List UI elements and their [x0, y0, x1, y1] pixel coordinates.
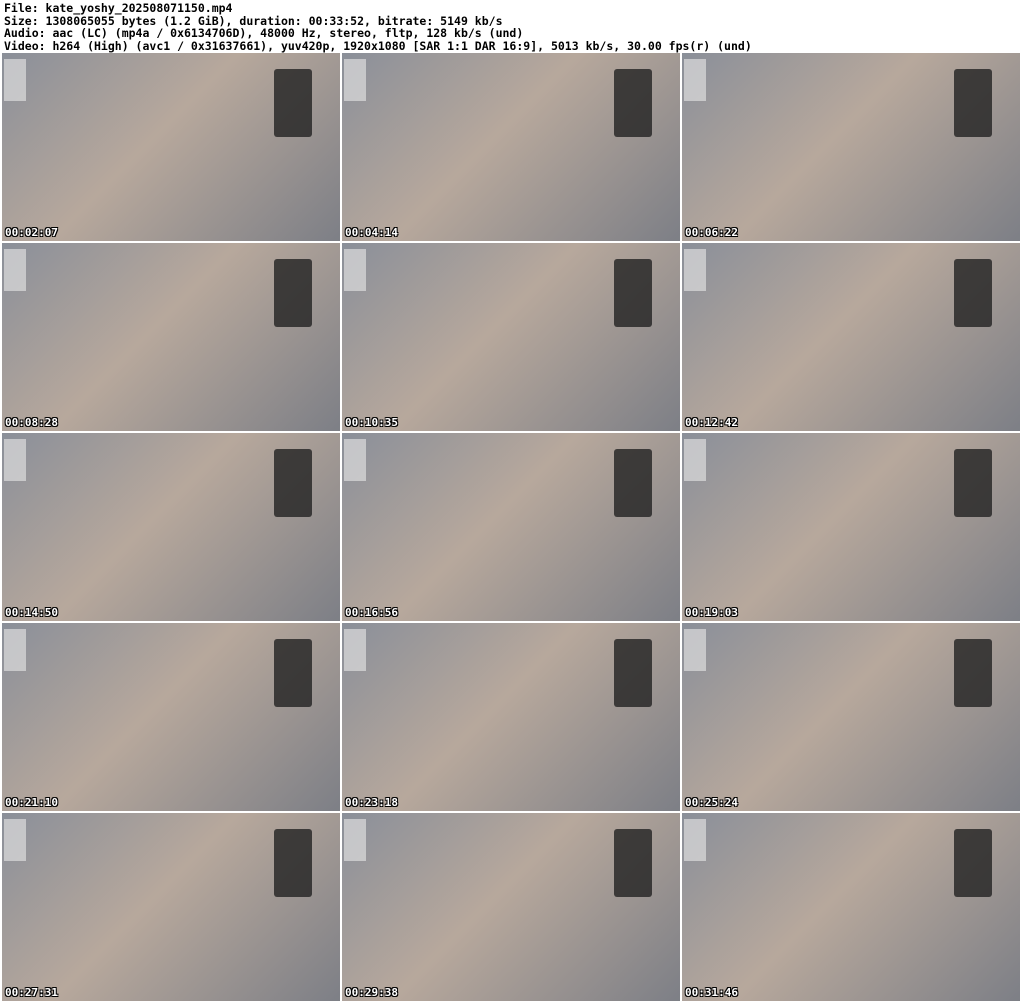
- video-frame-thumbnail: 00:14:50: [2, 433, 340, 621]
- frame-placeholder: [4, 439, 26, 481]
- timestamp: 00:19:03: [685, 606, 738, 619]
- video-frame-thumbnail: 00:12:42: [682, 243, 1020, 431]
- video-frame-thumbnail: 00:04:14: [342, 53, 680, 241]
- file-info-header: File: kate_yoshy_202508071150.mp4 Size: 1…: [4, 2, 752, 52]
- frame-placeholder: [954, 639, 992, 707]
- video-frame-thumbnail: 00:27:31: [2, 813, 340, 1001]
- frame-placeholder: [614, 449, 652, 517]
- timestamp: 00:23:18: [345, 796, 398, 809]
- frame-placeholder: [344, 249, 366, 291]
- frame-placeholder: [4, 819, 26, 861]
- frame-placeholder: [954, 829, 992, 897]
- frame-placeholder: [344, 439, 366, 481]
- frame-placeholder: [684, 439, 706, 481]
- timestamp: 00:12:42: [685, 416, 738, 429]
- frame-placeholder: [684, 819, 706, 861]
- timestamp: 00:29:38: [345, 986, 398, 999]
- frame-placeholder: [274, 259, 312, 327]
- frame-placeholder: [344, 629, 366, 671]
- timestamp: 00:04:14: [345, 226, 398, 239]
- frame-placeholder: [614, 69, 652, 137]
- video-frame-thumbnail: 00:29:38: [342, 813, 680, 1001]
- frame-placeholder: [274, 639, 312, 707]
- frame-placeholder: [4, 59, 26, 101]
- thumbnail-grid: 00:02:07 00:04:14 00:06:22 00:08:28 00:10:35…: [2, 53, 1020, 1001]
- frame-placeholder: [684, 629, 706, 671]
- video-info: Video: h264 (High) (avc1 / 0x31637661), …: [4, 38, 752, 53]
- timestamp: 00:14:50: [5, 606, 58, 619]
- frame-placeholder: [684, 59, 706, 101]
- frame-placeholder: [274, 449, 312, 517]
- video-frame-thumbnail: 00:08:28: [2, 243, 340, 431]
- frame-placeholder: [344, 819, 366, 861]
- frame-placeholder: [954, 259, 992, 327]
- frame-placeholder: [614, 829, 652, 897]
- timestamp: 00:06:22: [685, 226, 738, 239]
- video-frame-thumbnail: 00:16:56: [342, 433, 680, 621]
- frame-placeholder: [344, 59, 366, 101]
- frame-placeholder: [614, 259, 652, 327]
- frame-placeholder: [954, 449, 992, 517]
- video-frame-thumbnail: 00:25:24: [682, 623, 1020, 811]
- frame-placeholder: [4, 629, 26, 671]
- file-name: File: kate_yoshy_202508071150.mp4: [4, 1, 233, 15]
- audio-info: Audio: aac (LC) (mp4a / 0x6134706D), 480…: [4, 26, 524, 40]
- frame-placeholder: [274, 829, 312, 897]
- timestamp: 00:08:28: [5, 416, 58, 429]
- video-frame-thumbnail: 00:10:35: [342, 243, 680, 431]
- video-frame-thumbnail: 00:31:46: [682, 813, 1020, 1001]
- frame-placeholder: [4, 249, 26, 291]
- frame-placeholder: [684, 249, 706, 291]
- timestamp: 00:02:07: [5, 226, 58, 239]
- video-frame-thumbnail: 00:23:18: [342, 623, 680, 811]
- timestamp: 00:25:24: [685, 796, 738, 809]
- frame-placeholder: [954, 69, 992, 137]
- timestamp: 00:10:35: [345, 416, 398, 429]
- timestamp: 00:16:56: [345, 606, 398, 619]
- frame-placeholder: [614, 639, 652, 707]
- timestamp: 00:31:46: [685, 986, 738, 999]
- video-frame-thumbnail: 00:21:10: [2, 623, 340, 811]
- video-frame-thumbnail: 00:06:22: [682, 53, 1020, 241]
- frame-placeholder: [274, 69, 312, 137]
- timestamp: 00:21:10: [5, 796, 58, 809]
- video-frame-thumbnail: 00:02:07: [2, 53, 340, 241]
- timestamp: 00:27:31: [5, 986, 58, 999]
- video-frame-thumbnail: 00:19:03: [682, 433, 1020, 621]
